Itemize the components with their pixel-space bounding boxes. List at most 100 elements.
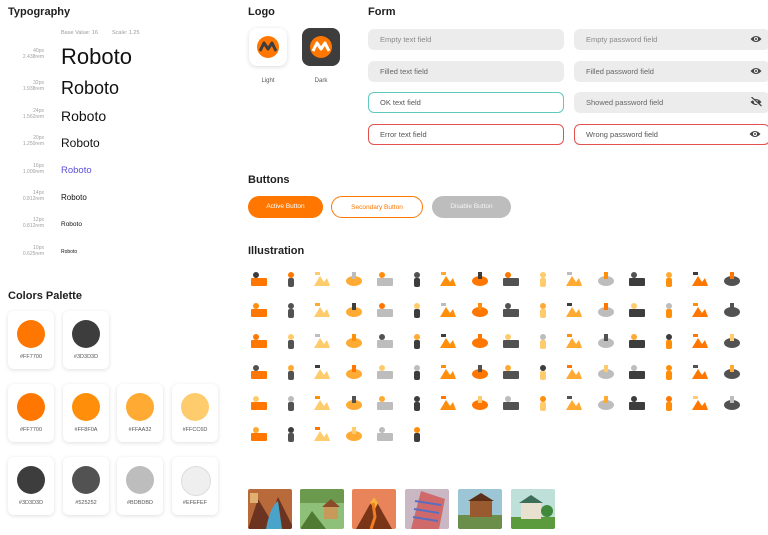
illustration-icon — [723, 303, 740, 317]
brand-logo-icon — [310, 36, 332, 58]
illustration-icon — [314, 334, 330, 348]
ok-text-field[interactable]: OK text field — [368, 92, 564, 113]
eye-icon[interactable] — [750, 66, 762, 76]
illustration-icon — [345, 334, 362, 348]
illustration-icon — [503, 365, 519, 379]
illustration-icon — [629, 303, 645, 317]
illustration-icon — [413, 334, 420, 349]
illustration-icon — [314, 396, 330, 410]
color-dot — [126, 466, 154, 494]
type-size-rem: 1.000rem — [22, 169, 44, 175]
illustration-icon — [539, 303, 546, 318]
illustration-icon — [471, 365, 488, 379]
type-sample: Roboto — [61, 108, 107, 124]
color-swatch: #BDBDBD — [117, 457, 163, 515]
type-size-rem: 0.812rem — [22, 223, 44, 229]
color-label: #EFEFEF — [182, 500, 208, 506]
color-label: #FF7700 — [19, 354, 42, 360]
brand-logo-icon — [257, 36, 279, 58]
type-row: 20px 1.250rem Roboto — [8, 133, 228, 155]
logo-title: Logo — [248, 6, 275, 18]
illustration-icon — [629, 396, 645, 410]
illustration-icon — [413, 272, 420, 287]
type-size-rem: 1.562rem — [22, 114, 44, 120]
type-row: 10px 0.625rem Roboto — [8, 243, 228, 265]
illustration-icon — [597, 365, 614, 379]
illustration-icon — [471, 272, 488, 286]
illustration-icon — [597, 303, 614, 317]
filled-password-field[interactable]: Filled password field — [574, 61, 768, 82]
illustration-icon — [566, 272, 582, 286]
field-value: Filled text field — [380, 67, 428, 76]
type-sample-highlighted: Roboto — [61, 165, 92, 176]
illustration-icon — [539, 272, 546, 287]
illustration-icon — [566, 334, 582, 348]
showed-password-field[interactable]: Showed password field — [574, 92, 768, 113]
illustration-icon — [287, 365, 294, 380]
type-size-rem: 0.625rem — [22, 251, 44, 257]
illustration-title: Illustration — [248, 245, 305, 257]
illustration-photo — [405, 489, 449, 529]
color-label: #FFCC6D — [182, 427, 208, 433]
filled-text-field[interactable]: Filled text field — [368, 61, 564, 82]
wrong-password-field[interactable]: Wrong password field — [574, 124, 768, 145]
illustration-icon — [665, 334, 672, 349]
eye-icon[interactable] — [750, 34, 762, 44]
typography-title: Typography — [8, 6, 71, 18]
illustration-icon — [692, 396, 708, 410]
illustration-icon — [377, 365, 393, 379]
type-size-rem: 0.812rem — [22, 196, 44, 202]
colors-title: Colors Palette — [8, 290, 82, 302]
empty-password-field[interactable]: Empty password field — [574, 29, 768, 50]
field-value: Filled password field — [586, 67, 654, 76]
illustration-icon — [629, 272, 645, 286]
illustration-icon — [503, 272, 519, 286]
eye-off-icon[interactable] — [750, 97, 762, 107]
illustration-icon — [692, 272, 708, 286]
illustration-icon — [629, 334, 645, 348]
color-swatch: #FF7700 — [8, 311, 54, 369]
error-text-field[interactable]: Error text field — [368, 124, 564, 145]
color-swatch: #FF7700 — [8, 384, 54, 442]
illustration-icon — [251, 272, 267, 286]
illustration-icon — [692, 365, 708, 379]
illustration-icon — [345, 427, 362, 441]
illustration-photo — [511, 489, 555, 529]
illustration-photo — [248, 489, 292, 529]
illustration-icon — [665, 365, 672, 380]
illustration-icon — [597, 396, 614, 410]
type-size-rem: 2.438rem — [22, 54, 44, 60]
eye-icon[interactable] — [749, 129, 761, 139]
illustration-icon — [287, 334, 294, 349]
field-value: Wrong password field — [586, 130, 658, 139]
color-swatch: #525252 — [63, 457, 109, 515]
illustration-icon — [471, 334, 488, 348]
illustration-icon — [345, 365, 362, 379]
illustration-photo — [300, 489, 344, 529]
illustration-icon — [665, 303, 672, 318]
illustration-icon — [251, 427, 267, 441]
illustration-icon — [377, 334, 393, 348]
illustration-icon — [723, 334, 740, 348]
color-dot — [72, 393, 100, 421]
illustration-icon — [440, 303, 456, 317]
illustration-icon — [251, 303, 267, 317]
illustration-icon — [723, 272, 740, 286]
logo-dark-label: Dark — [314, 78, 328, 84]
type-row: 16px 1.000rem Roboto — [8, 161, 228, 183]
illustration-icon — [345, 396, 362, 410]
illustration-icon — [314, 303, 330, 317]
illustration-icon — [377, 303, 393, 317]
type-row: 32px 1.938rem Roboto — [8, 78, 228, 100]
type-size-rem: 1.938rem — [22, 86, 44, 92]
type-size-rem: 1.250rem — [22, 141, 44, 147]
color-swatch: #3D3D3D — [8, 457, 54, 515]
empty-text-field[interactable]: Empty text field — [368, 29, 564, 50]
active-button[interactable]: Active Button — [248, 196, 323, 218]
illustration-icon — [629, 365, 645, 379]
secondary-button[interactable]: Secondary Button — [331, 196, 423, 218]
form-title: Form — [368, 6, 396, 18]
color-dot — [72, 466, 100, 494]
illustration-icon — [692, 334, 708, 348]
type-row: 12px 0.812rem Roboto — [8, 215, 228, 237]
